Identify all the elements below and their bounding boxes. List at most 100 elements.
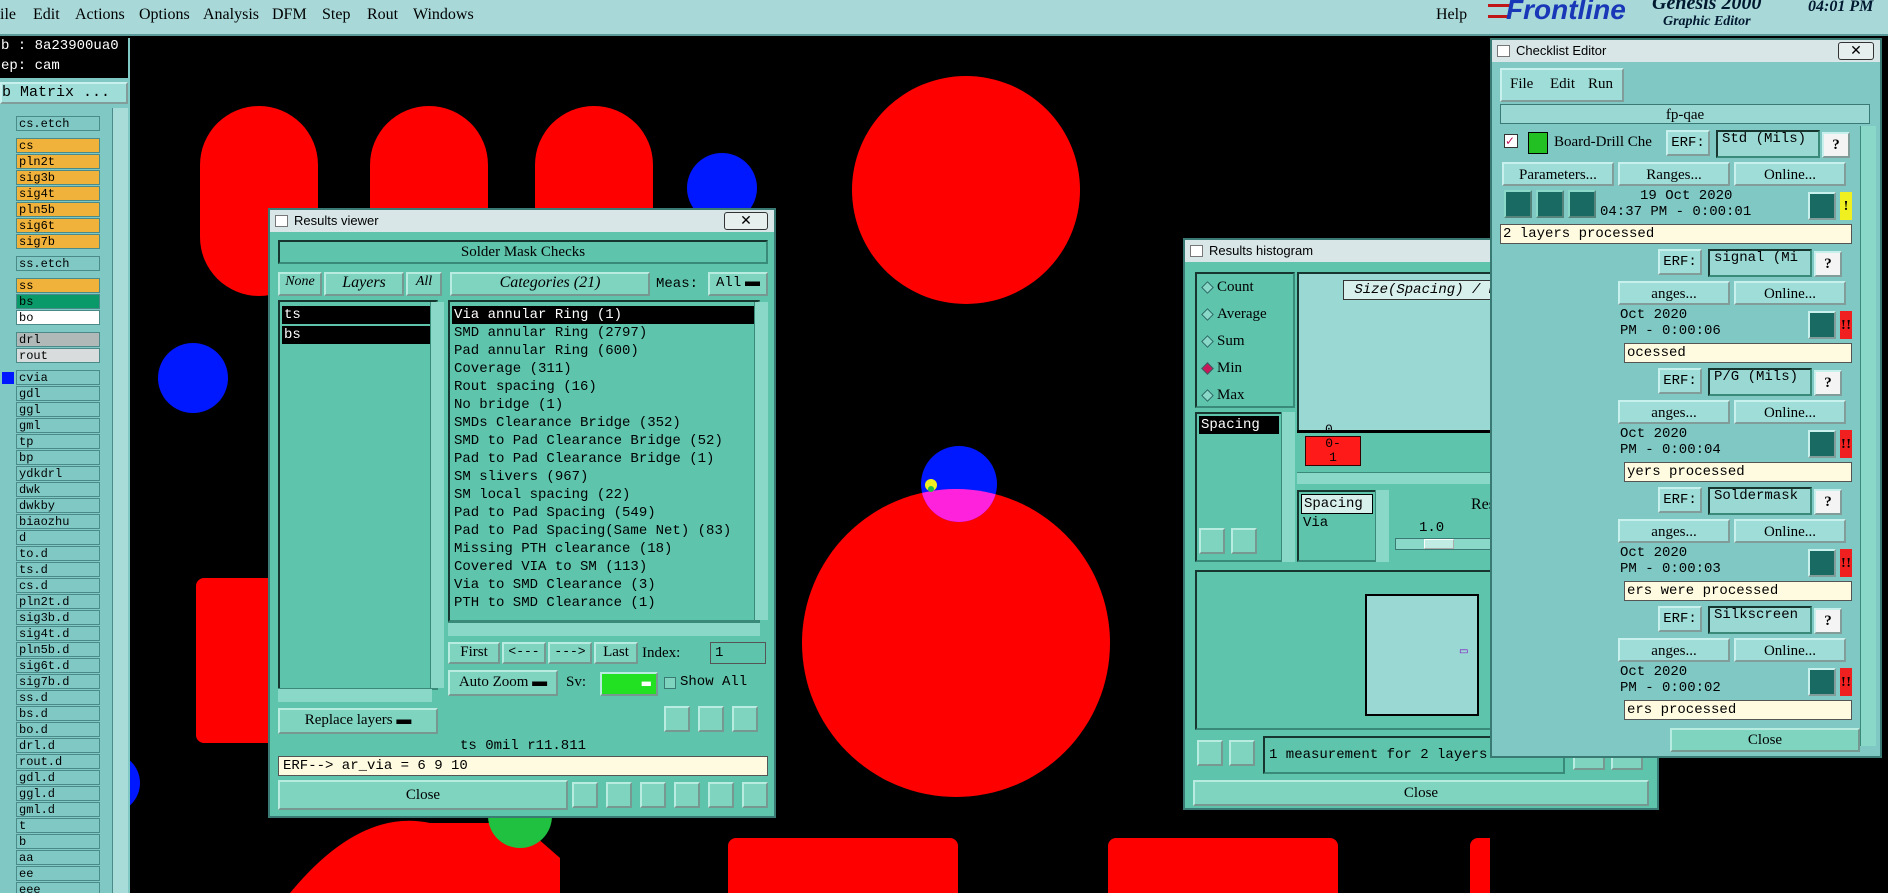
layer-item[interactable]: sig6t.d	[16, 658, 100, 673]
ranges-button[interactable]: anges...	[1618, 638, 1730, 662]
menu-file[interactable]: File	[1510, 76, 1533, 93]
layer-item[interactable]: rout.d	[16, 754, 100, 769]
online-button[interactable]: Online...	[1734, 638, 1846, 662]
menu-actions[interactable]: Actions	[75, 6, 125, 24]
refresh-icon[interactable]	[698, 706, 724, 732]
tool-icon[interactable]	[572, 782, 598, 808]
histogram-bin[interactable]: 0- 1	[1305, 436, 1361, 466]
erf-value[interactable]: P/G (Mils)	[1708, 368, 1812, 396]
erf-value[interactable]: Std (Mils)	[1716, 130, 1820, 158]
refresh-icon[interactable]	[1229, 740, 1255, 766]
menu-help[interactable]: Help	[1436, 6, 1467, 24]
menu-options[interactable]: Options	[139, 6, 190, 24]
layer-item[interactable]: cs.etch	[16, 116, 100, 131]
category-list-item[interactable]: Via to SMD Clearance (3)	[452, 576, 756, 594]
layer-item[interactable]: d	[16, 530, 100, 545]
layer-list-item[interactable]: ts	[282, 306, 434, 324]
layer-item[interactable]: pln2t	[16, 154, 100, 169]
mode-radio-average[interactable]: Average	[1197, 301, 1293, 328]
histogram-close-button[interactable]: Close	[1193, 780, 1649, 806]
layer-item[interactable]: ss.d	[16, 690, 100, 705]
mode-radio-min[interactable]: Min	[1197, 355, 1293, 382]
layers-list[interactable]: ts bs	[278, 300, 438, 690]
menu-file[interactable]: ile	[0, 6, 16, 24]
all-layers-button[interactable]: All	[406, 272, 442, 296]
category-list-item[interactable]: Missing PTH clearance (18)	[452, 540, 756, 558]
layer-item[interactable]: rout	[16, 348, 100, 363]
layer-item[interactable]: bp	[16, 450, 100, 465]
meas-dropdown[interactable]: All ▬	[708, 272, 768, 296]
menu-analysis[interactable]: Analysis	[203, 6, 259, 24]
layer-item[interactable]: dwkby	[16, 498, 100, 513]
layers-hscrollbar[interactable]	[278, 688, 432, 702]
layer-item[interactable]: sig3b.d	[16, 610, 100, 625]
category-list-item[interactable]: SMD annular Ring (2797)	[452, 324, 756, 342]
category-list-item[interactable]: Pad to Pad Spacing(Same Net) (83)	[452, 522, 756, 540]
prev-button[interactable]: <---	[502, 642, 546, 664]
layer-item[interactable]: sig4t.d	[16, 626, 100, 641]
layer-item[interactable]: sig3b	[16, 170, 100, 185]
layer-item[interactable]: ss	[16, 278, 100, 293]
clear-icon[interactable]	[640, 782, 666, 808]
delete-icon[interactable]	[1197, 740, 1223, 766]
layer-item[interactable]: cs.d	[16, 578, 100, 593]
categories-hscrollbar[interactable]	[448, 622, 760, 636]
zoom-icon[interactable]	[1808, 430, 1836, 458]
layer-item[interactable]: tp	[16, 434, 100, 449]
category-list-item[interactable]: Rout spacing (16)	[452, 378, 756, 396]
help-icon[interactable]: ?	[1814, 608, 1842, 634]
histogram-icon[interactable]	[742, 782, 768, 808]
last-button[interactable]: Last	[594, 642, 638, 664]
layers-button[interactable]: Layers	[324, 272, 404, 296]
mode-radio-count[interactable]: Count	[1197, 274, 1293, 301]
erf-value[interactable]: signal (Mi	[1708, 249, 1812, 277]
menu-step[interactable]: Step	[322, 6, 350, 24]
undo-icon[interactable]	[732, 706, 758, 732]
zoom-icon[interactable]	[1808, 192, 1836, 220]
zoom-icon[interactable]	[1808, 311, 1836, 339]
refresh-icon[interactable]	[1231, 528, 1257, 554]
category-list-item[interactable]: Pad to Pad Clearance Bridge (1)	[452, 450, 756, 468]
slider-handle[interactable]	[1424, 539, 1454, 549]
checklist-titlebar[interactable]: Checklist Editor	[1492, 40, 1880, 62]
layer-item[interactable]: ggl.d	[16, 786, 100, 801]
menu-windows[interactable]: Windows	[413, 6, 474, 24]
layer-item[interactable]: sig7b	[16, 234, 100, 249]
layer-item[interactable]: pln5b	[16, 202, 100, 217]
category-list-item[interactable]: Covered VIA to SM (113)	[452, 558, 756, 576]
layer-item[interactable]: gml.d	[16, 802, 100, 817]
close-icon[interactable]: ✕	[724, 212, 768, 230]
ranges-button[interactable]: Ranges...	[1618, 162, 1730, 186]
run-icon[interactable]	[1536, 190, 1564, 218]
resolution-item[interactable]: Spacing	[1301, 494, 1373, 514]
next-button[interactable]: --->	[548, 642, 592, 664]
layer-item[interactable]: ts.d	[16, 562, 100, 577]
layer-item[interactable]: drl	[16, 332, 100, 347]
category-list-item[interactable]: Coverage (311)	[452, 360, 756, 378]
category-list-item[interactable]: SM slivers (967)	[452, 468, 756, 486]
delete-icon[interactable]	[664, 706, 690, 732]
resolution-list[interactable]: Spacing Via	[1297, 490, 1377, 562]
category-list-item[interactable]: SMD to Pad Clearance Bridge (52)	[452, 432, 756, 450]
layers-scrollbar[interactable]	[430, 302, 444, 688]
menu-edit[interactable]: Edit	[33, 6, 60, 24]
layer-item[interactable]: drl.d	[16, 738, 100, 753]
layer-item[interactable]: gdl.d	[16, 770, 100, 785]
report-icon[interactable]	[708, 782, 734, 808]
sv-color-dropdown[interactable]: ▬	[600, 672, 658, 696]
ranges-button[interactable]: anges...	[1618, 281, 1730, 305]
show-all-checkbox[interactable]	[664, 677, 676, 689]
layer-item[interactable]: gml	[16, 418, 100, 433]
layer-item[interactable]: bo.d	[16, 722, 100, 737]
resolution-item[interactable]: Via	[1301, 514, 1373, 532]
index-input[interactable]: 1	[710, 642, 766, 664]
zoom-icon[interactable]	[1808, 549, 1836, 577]
online-button[interactable]: Online...	[1734, 281, 1846, 305]
layer-item[interactable]: pln5b.d	[16, 642, 100, 657]
first-button[interactable]: First	[448, 642, 500, 664]
check-enabled-checkbox[interactable]: ✓	[1504, 134, 1518, 148]
category-list-item[interactable]: Pad annular Ring (600)	[452, 342, 756, 360]
layer-item[interactable]: cvia	[16, 370, 100, 385]
resolution-scrollbar[interactable]	[1375, 490, 1389, 562]
layer-item[interactable]: sig6t	[16, 218, 100, 233]
